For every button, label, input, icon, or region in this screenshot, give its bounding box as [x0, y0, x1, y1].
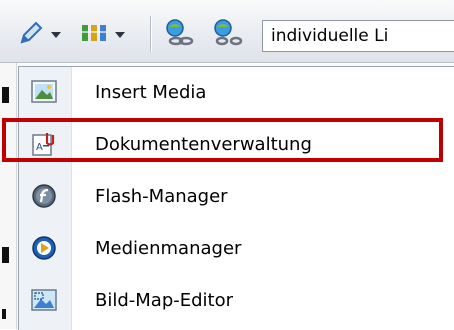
editor-text-fragment	[2, 309, 6, 319]
remove-link-button[interactable]	[210, 18, 244, 52]
menu-item-insert-media[interactable]: Insert Media	[19, 67, 454, 119]
menu-item-label: Bild-Map-Editor	[95, 290, 234, 311]
columns-icon	[80, 21, 108, 49]
image-icon	[31, 79, 57, 105]
insert-link-button[interactable]	[162, 18, 196, 52]
editor-toolbar	[0, 0, 454, 63]
toolbar-separator	[150, 16, 151, 52]
link-text-input[interactable]	[262, 20, 454, 52]
menu-item-label: Flash-Manager	[95, 186, 228, 207]
edit-dropdown-button[interactable]	[18, 20, 61, 50]
image-map-icon	[31, 287, 57, 313]
menu-item-flash-manager[interactable]: Flash-Manager	[19, 171, 454, 223]
link-icon	[162, 18, 196, 52]
editor-text-fragment	[2, 247, 9, 263]
menu-item-label: Medienmanager	[95, 238, 242, 259]
menu-item-medienmanager[interactable]: Medienmanager	[19, 223, 454, 275]
chevron-down-icon	[51, 32, 61, 38]
highlight-annotation-box	[2, 118, 443, 162]
media-dropdown-menu: Insert Media A Dokumentenverwaltung Flas…	[18, 66, 454, 330]
flash-icon	[31, 183, 57, 209]
pencil-icon	[18, 20, 44, 50]
underlying-editor-area	[0, 63, 17, 329]
chevron-down-icon	[115, 32, 125, 38]
unlink-icon	[210, 18, 244, 52]
menu-item-label: Insert Media	[95, 82, 207, 103]
menu-item-bild-map-editor[interactable]: Bild-Map-Editor	[19, 275, 454, 327]
columns-dropdown-button[interactable]	[80, 20, 125, 50]
editor-text-fragment	[2, 87, 9, 103]
media-player-icon	[31, 235, 57, 261]
